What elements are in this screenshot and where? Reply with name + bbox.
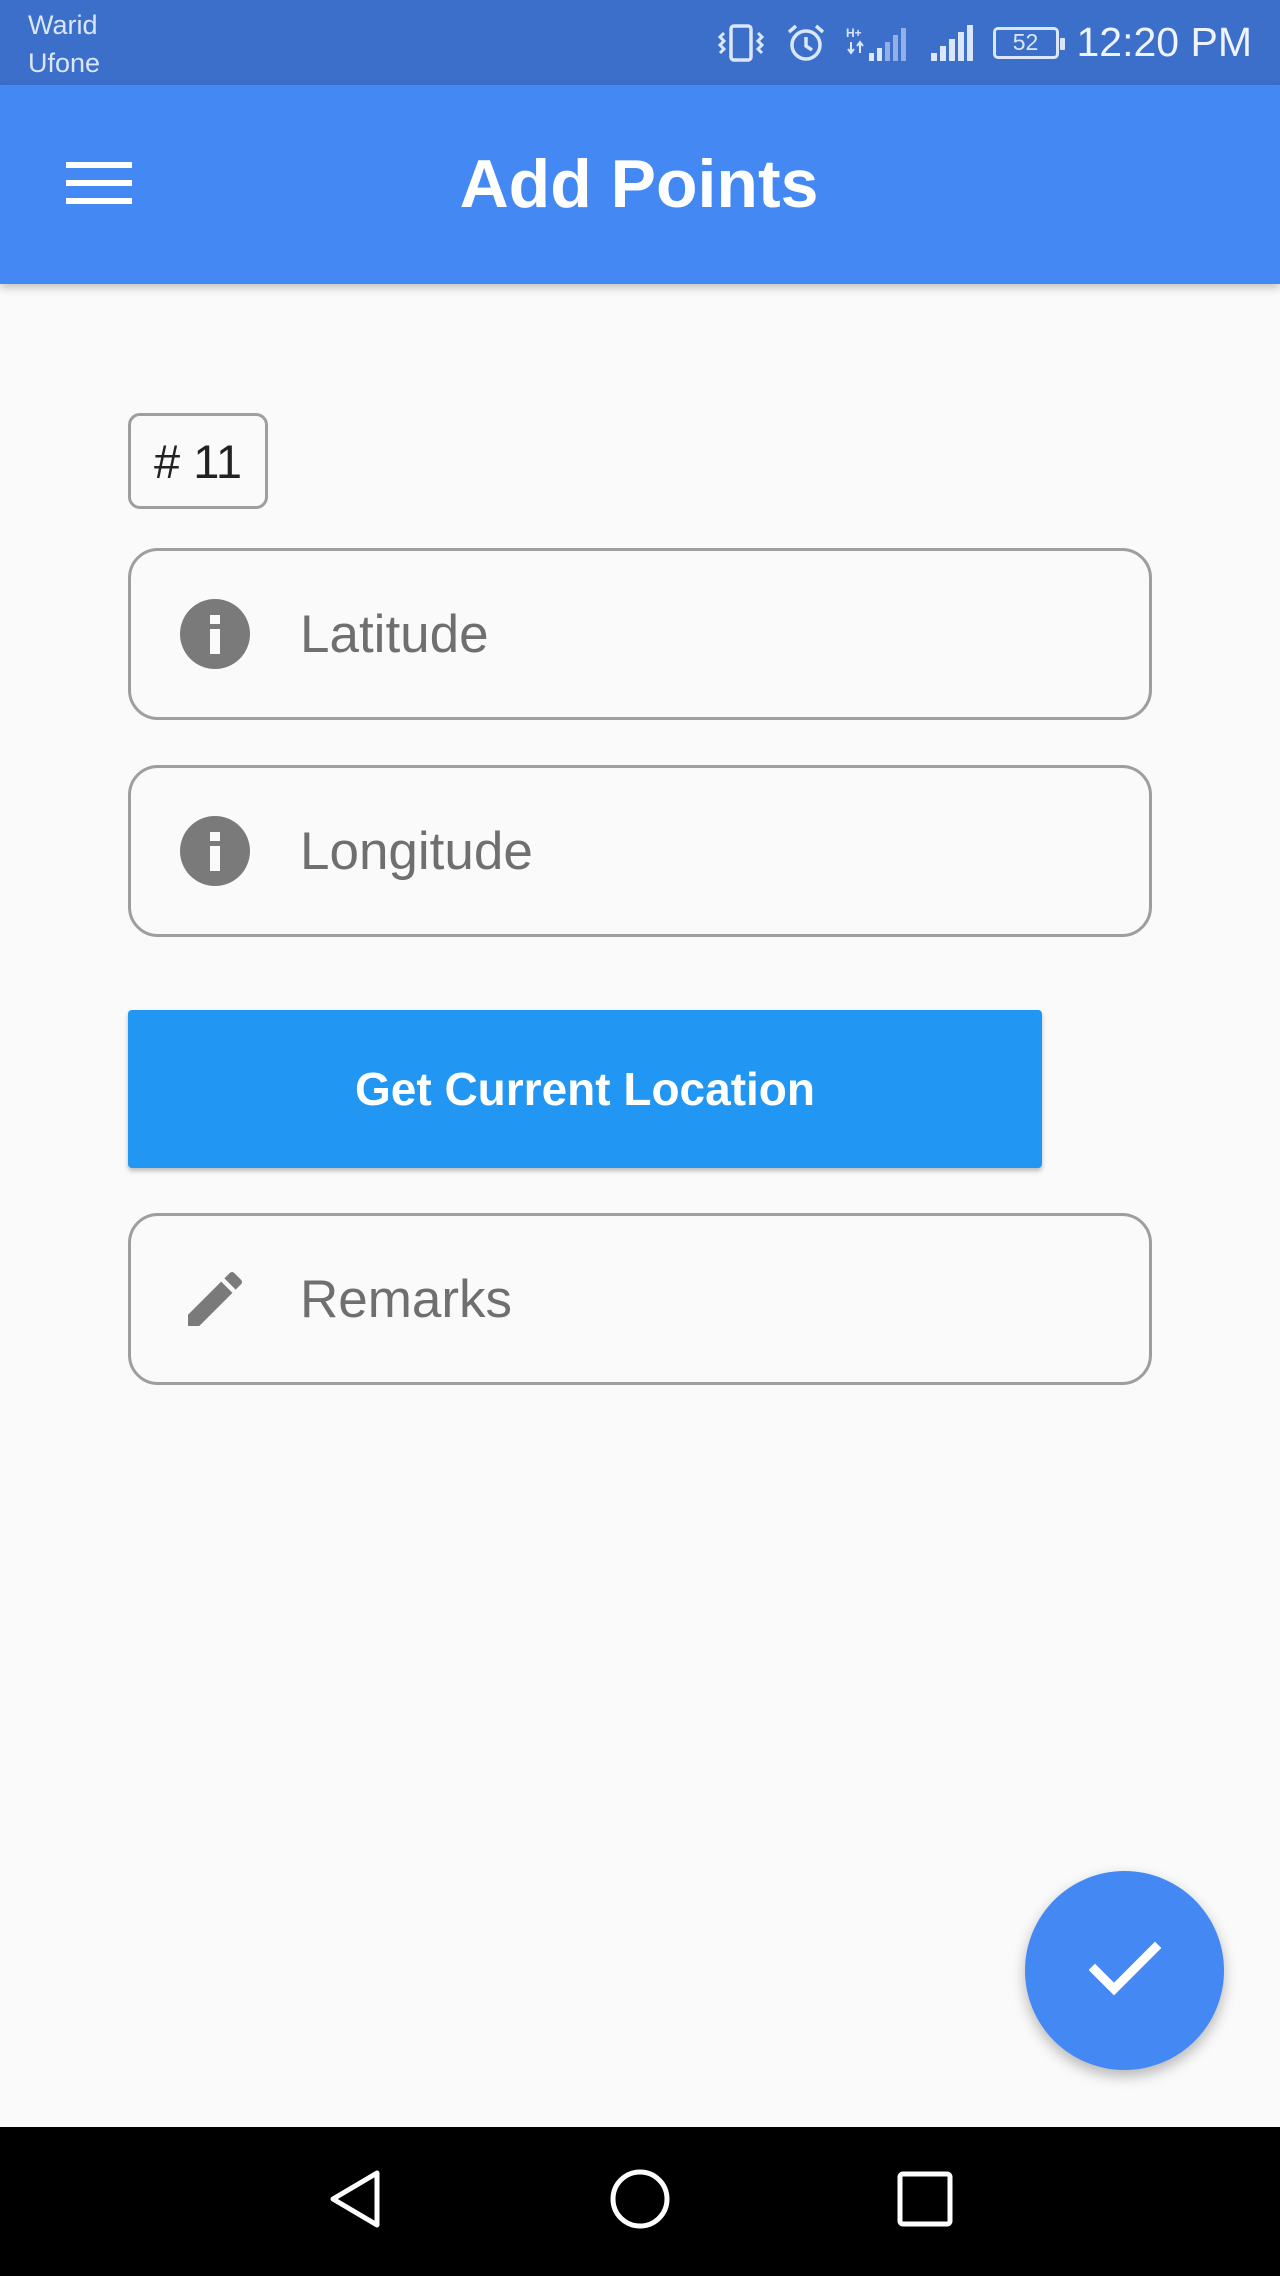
submit-fab-button[interactable] [1025, 1871, 1224, 2070]
alarm-icon [785, 22, 827, 64]
status-time: 12:20 PM [1076, 19, 1253, 65]
system-nav-bar [0, 2127, 1280, 2276]
home-button[interactable] [570, 2127, 710, 2276]
signal-h-plus-icon: H+ [845, 23, 911, 63]
remarks-field[interactable] [128, 1213, 1152, 1385]
carrier-list: Warid Ufone [28, 6, 100, 82]
longitude-field[interactable] [128, 765, 1152, 937]
info-icon [179, 815, 251, 887]
check-icon [1088, 1940, 1161, 2001]
latitude-field[interactable] [128, 548, 1152, 720]
app-bar: Add Points [0, 85, 1280, 284]
svg-text:H+: H+ [846, 26, 862, 40]
latitude-input[interactable] [300, 551, 1100, 717]
signal-icon [929, 23, 975, 63]
recents-button[interactable] [855, 2127, 995, 2276]
carrier-name-2: Ufone [28, 48, 101, 78]
status-icons: H+ 52 12:20 PM [715, 0, 1253, 85]
get-current-location-button[interactable]: Get Current Location [128, 1010, 1042, 1168]
vibrate-icon [715, 23, 767, 63]
recents-icon [895, 2169, 955, 2234]
home-icon [608, 2167, 672, 2236]
status-bar: Warid Ufone H+ 52 12:20 PM [0, 0, 1280, 85]
battery-icon: 52 [992, 26, 1065, 59]
carrier-name-1: Warid [28, 10, 98, 40]
pencil-icon [179, 1263, 251, 1335]
longitude-input[interactable] [300, 768, 1100, 934]
page-title: Add Points [459, 146, 819, 222]
remarks-input[interactable] [300, 1216, 1100, 1382]
back-button[interactable] [285, 2127, 425, 2276]
info-icon [179, 598, 251, 670]
battery-level: 52 [1012, 29, 1039, 55]
point-number-badge: # 11 [128, 413, 268, 509]
back-icon [325, 2167, 385, 2236]
